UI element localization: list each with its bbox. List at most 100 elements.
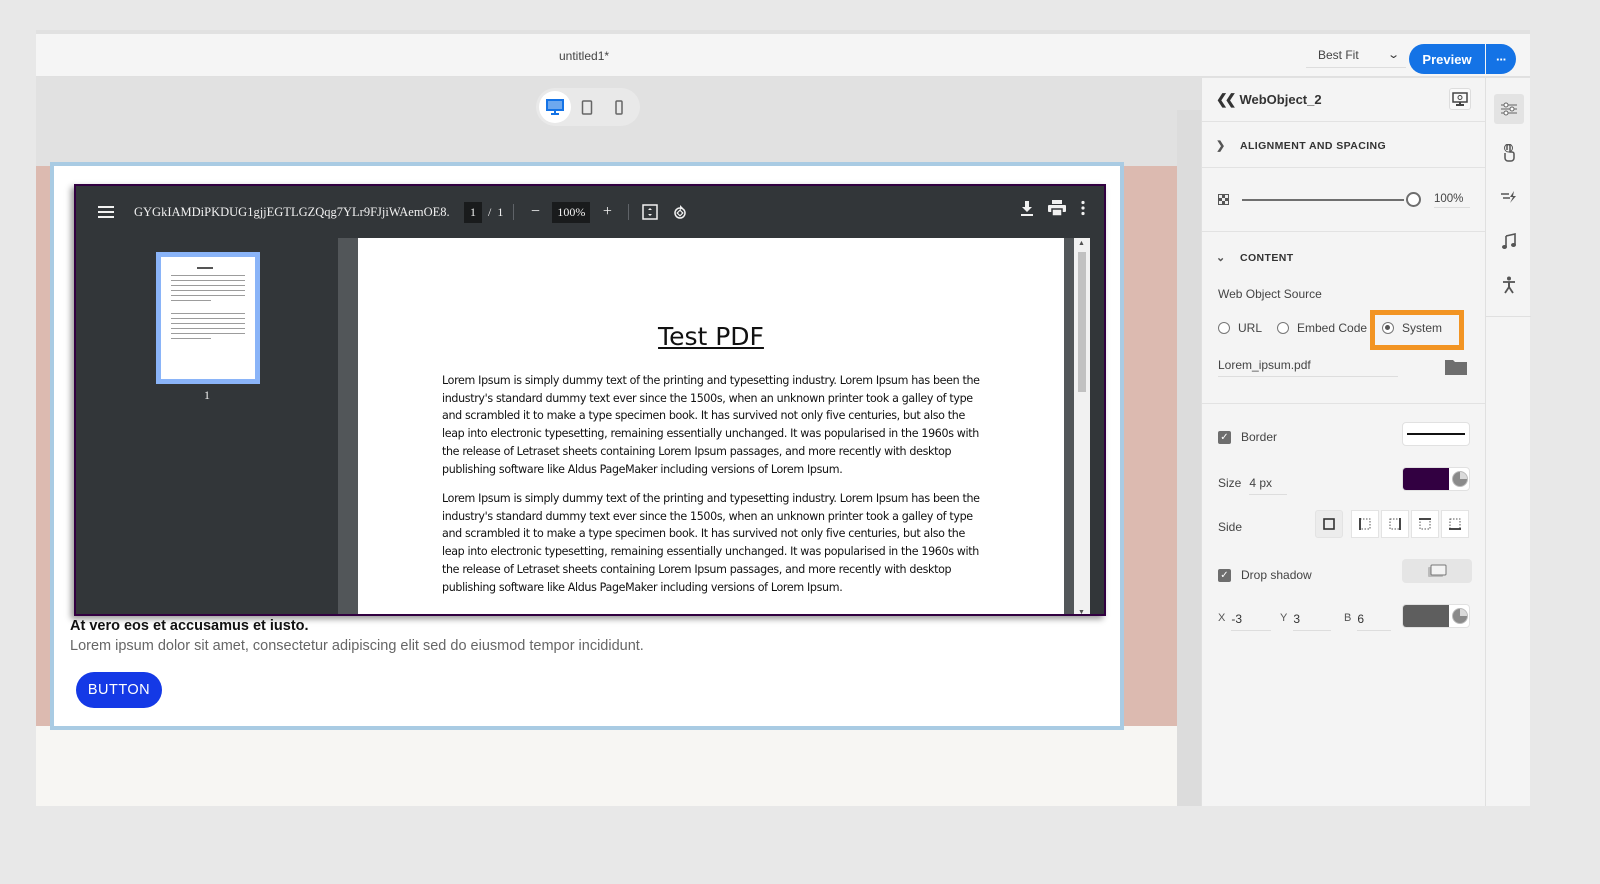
shadow-preset-select[interactable] [1402,559,1472,583]
device-mobile-button[interactable] [603,91,635,123]
shadow-x-input[interactable]: -3 [1231,612,1272,631]
border-checkbox[interactable]: ✓ [1218,430,1231,444]
border-style-select[interactable] [1402,422,1470,446]
pdf-zoom-input[interactable]: 100% [552,201,591,223]
chevron-down-icon[interactable]: ⌄ [1216,251,1240,264]
more-vertical-icon[interactable] [1080,200,1086,216]
side-top-button[interactable] [1411,510,1439,538]
border-toggle[interactable]: ✓ Border [1218,430,1277,444]
collapse-panel-icon[interactable]: ❮❮ [1216,91,1237,108]
thumbnail-text-line [171,333,245,334]
thumbnail-text-line [171,275,245,276]
stage-footer [36,726,1177,806]
pdf-page-indicator: 1 / 1 [464,201,504,223]
slide-canvas[interactable]: GYGkIAMDiPKDUG1gjjEGTLGZQqg7YLr9FJjiWAem… [50,162,1124,730]
opacity-section: 100% [1202,168,1485,232]
pdf-page-thumbnail[interactable] [156,252,260,384]
pdf-scrollbar[interactable]: ▲ ▼ [1074,238,1090,614]
shadow-color-swatch [1403,605,1449,627]
device-desktop-button[interactable] [539,91,571,123]
source-embed-option[interactable]: Embed Code [1277,321,1367,335]
shadow-y-label: Y [1280,612,1288,624]
thumbnail-text-line [171,295,245,296]
accessibility-icon [1503,276,1515,294]
content-section-title: CONTENT [1240,251,1294,264]
rail-accessibility-button[interactable] [1494,270,1524,300]
opacity-icon [1218,194,1229,205]
slide-body-text: Lorem ipsum dolor sit amet, consectetur … [70,638,644,654]
opacity-pie-icon [1452,608,1468,624]
rotate-icon[interactable] [669,201,691,223]
border-label: Border [1241,430,1278,444]
source-system-option[interactable]: System [1382,321,1442,335]
tablet-icon [581,99,593,115]
side-all-button[interactable] [1315,510,1343,538]
radio-system[interactable] [1382,322,1394,334]
rail-interaction-button[interactable] [1494,138,1524,168]
pdf-total-pages: 1 [497,204,504,219]
border-right-icon [1389,518,1401,530]
thumbnail-text-line [171,338,211,339]
alignment-section[interactable]: ❯ ALIGNMENT AND SPACING [1202,122,1485,168]
shadow-blur-input[interactable]: 6 [1357,612,1392,631]
download-icon[interactable] [1020,200,1034,216]
rail-effects-button[interactable] [1494,182,1524,212]
shadow-color-picker[interactable] [1402,604,1470,628]
file-name-field[interactable]: Lorem_ipsum.pdf [1218,358,1398,377]
web-object[interactable]: GYGkIAMDiPKDUG1gjjEGTLGZQqg7YLr9FJjiWAem… [74,184,1106,616]
border-size-row: Size 4 px [1218,476,1288,495]
interaction-icon [1504,144,1515,162]
border-left-icon [1359,518,1371,530]
toolbar-divider [513,204,515,220]
web-object-type-icon [1449,88,1471,110]
zoom-fit-select[interactable]: Best Fit ⌄ [1306,42,1406,68]
preview-button[interactable]: Preview [1409,44,1485,74]
opacity-slider-handle[interactable] [1406,192,1421,207]
print-icon[interactable] [1048,200,1066,216]
radio-url-label: URL [1238,321,1263,335]
side-right-button[interactable] [1381,510,1409,538]
source-url-option[interactable]: URL [1218,321,1262,335]
device-tablet-button[interactable] [571,91,603,123]
shadow-y-input[interactable]: 3 [1293,612,1332,631]
scrollbar-thumb[interactable] [1078,252,1086,392]
pdf-page-input[interactable]: 1 [464,201,482,223]
radio-system-label: System [1402,321,1443,335]
zoom-out-icon[interactable]: − [524,201,546,223]
fit-page-icon[interactable] [639,201,661,223]
opacity-value[interactable]: 100% [1434,193,1470,208]
pdf-page: Test PDF Lorem Ipsum is simply dummy tex… [358,238,1064,614]
chevron-down-icon: ⌄ [1386,49,1400,61]
shadow-checkbox[interactable]: ✓ [1218,568,1231,582]
properties-panel: ❮❮ WebObject_2 ❯ ALIGNMENT AND SPACING 1… [1201,78,1485,806]
rail-properties-button[interactable] [1494,94,1524,124]
pdf-toolbar: GYGkIAMDiPKDUG1gjjEGTLGZQqg7YLr9FJjiWAem… [76,186,1104,238]
scroll-up-icon[interactable]: ▲ [1078,240,1085,247]
thumbnail-text-line [171,323,245,324]
zoom-in-icon[interactable]: + [596,201,618,223]
border-size-input[interactable]: 4 px [1249,476,1288,495]
border-color-picker[interactable] [1402,467,1470,491]
slide-heading: At vero eos et accusamus et iusto. [70,618,309,634]
opacity-slider-track[interactable] [1242,199,1404,201]
slide-button[interactable]: BUTTON [76,672,162,708]
shadow-toggle[interactable]: ✓ Drop shadow [1218,568,1312,582]
scroll-down-icon[interactable]: ▼ [1078,609,1085,614]
folder-icon[interactable] [1445,358,1467,375]
border-side-label: Side [1218,520,1243,534]
rail-audio-button[interactable] [1494,226,1524,256]
radio-url[interactable] [1218,322,1230,334]
border-all-icon [1323,518,1335,530]
side-left-button[interactable] [1351,510,1379,538]
radio-embed-label: Embed Code [1297,321,1368,335]
effects-icon [1501,191,1516,203]
thumbnail-title-line [197,267,213,269]
shadow-y-field: Y 3 [1280,612,1332,631]
style-section: ✓ Border Size 4 px Side ✓ Drop shadow X … [1202,404,1485,784]
more-options-button[interactable]: ··· [1486,44,1516,74]
radio-embed[interactable] [1277,322,1289,334]
side-bottom-button[interactable] [1441,510,1469,538]
hamburger-menu-icon[interactable] [98,206,114,218]
border-size-label: Size [1218,476,1242,490]
object-name: WebObject_2 [1239,92,1322,107]
